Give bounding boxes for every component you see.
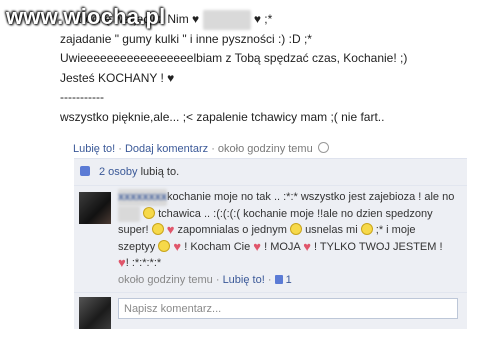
comment-like-link[interactable]: Lubię to!	[223, 274, 265, 286]
heart-icon: ♥	[303, 238, 311, 254]
post-line-6: wszystko pięknie,ale... ;< zapalenie tch…	[60, 109, 385, 124]
comment-line-5: ♥! :*:*:*:*	[118, 255, 463, 272]
comment-like-count[interactable]: 1	[286, 274, 292, 286]
comment-line-3-a: super!	[118, 224, 149, 236]
post-meta: Lubię to! · Dodaj komentarz · około godz…	[73, 142, 329, 155]
comment-line-1: xxxxxxxxkochanie moje no tak .. :*:* wsz…	[118, 189, 463, 206]
comment-line-4: szeptyy ♥ ! Kocham Cie ♥ ! MOJA ♥ ! TYLK…	[118, 239, 463, 256]
post-like-link[interactable]: Lubię to!	[73, 143, 115, 155]
comment-line-4-c: ! MOJA	[264, 240, 301, 253]
comment-line-3-c: usnelas mi	[305, 224, 358, 236]
heart-icon: ♥	[118, 255, 126, 270]
comment-timestamp: około godziny temu	[118, 274, 213, 286]
likes-suffix: lubią to.	[140, 166, 180, 178]
heart-icon: ♥	[166, 222, 175, 237]
comment-input[interactable]: Napisz komentarz...	[118, 298, 458, 319]
globe-icon	[317, 142, 329, 153]
sad-emoticon-icon	[290, 223, 302, 235]
blurred-name: xxxxxxxx	[202, 10, 251, 30]
comment-line-4-d: ! TYLKO TWOJ JESTEM !	[313, 240, 443, 253]
post-timestamp: około godziny temu	[217, 143, 313, 155]
avatar[interactable]	[79, 192, 111, 224]
thumbs-up-icon	[80, 166, 90, 176]
comment-line-4-a: szeptyy	[118, 240, 156, 253]
comment-line-1-text: kochanie moje no tak .. :*:* wszystko je…	[166, 191, 455, 203]
grin-emoticon-icon	[360, 223, 373, 235]
divider	[74, 292, 467, 293]
likes-count-link[interactable]: 2 osoby	[99, 166, 138, 178]
comment-line-3-b: zapomnialas o jednym	[177, 224, 287, 236]
post-line-4: Jesteś KOCHANY ! ♥	[60, 70, 175, 85]
heart-icon: ♥	[173, 238, 182, 254]
comment-body: xxxxxxxxkochanie moje no tak .. :*:* wsz…	[118, 189, 463, 272]
post-line-2: zajadanie " gumy kulki " i inne pysznośc…	[60, 31, 312, 46]
post-comment-link[interactable]: Dodaj komentarz	[125, 143, 208, 155]
comment-line-4-b: ! Kocham Cie	[184, 240, 251, 253]
comment-meta: około godziny temu · Lubię to! · 1	[118, 274, 292, 286]
post-line-1-end: ♥ ;*	[253, 12, 273, 26]
comment-line-3-d: ;* i moje	[375, 224, 416, 236]
avatar	[79, 297, 111, 329]
likes-summary: 2 osoby lubią to.	[99, 166, 179, 178]
comments-panel: 2 osoby lubią to. xxxxxxxxkochanie moje …	[74, 158, 467, 329]
heart-icon: ♥	[253, 238, 262, 254]
smile-emoticon-icon	[158, 239, 171, 252]
smile-emoticon-icon	[151, 223, 164, 235]
post-line-5: -----------	[60, 90, 104, 104]
comment-line-2: xxxx tchawica .. :(:(:(:( kochanie moje …	[118, 205, 463, 222]
post-line-3: Uwieeeeeeeeeeeeeeeeelbiam z Tobą spędzać…	[60, 51, 408, 65]
sad-emoticon-icon	[143, 206, 156, 219]
thumbs-up-icon	[274, 275, 283, 284]
comment-line-5-text: ! :*:*:*:*	[125, 257, 162, 269]
watermark-logo: www.wiocha.pl	[6, 4, 166, 29]
blurred-commenter-name[interactable]: xxxxxxxx	[118, 189, 167, 206]
blurred-word: xxxx	[118, 205, 140, 222]
likes-row: 2 osoby lubią to.	[74, 159, 467, 186]
comment-line-2-text: tchawica .. :(:(:(:( kochanie moje !!ale…	[158, 207, 433, 220]
comment-line-3: super! ♥ zapomnialas o jednym usnelas mi…	[118, 222, 463, 239]
